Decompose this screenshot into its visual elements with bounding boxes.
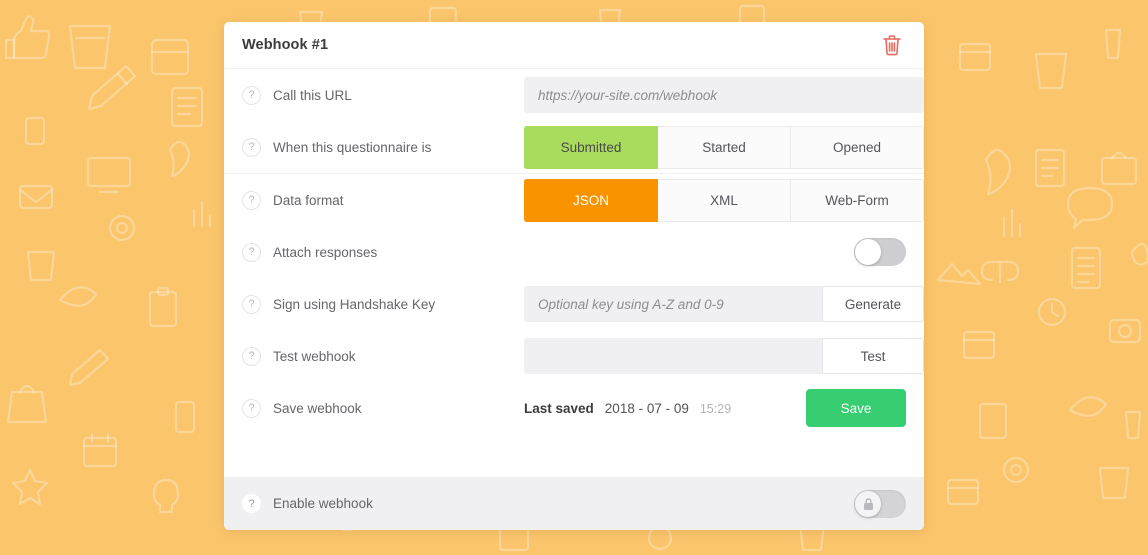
row-label-call-url: Call this URL bbox=[273, 87, 352, 103]
question-mark-icon[interactable]: ? bbox=[242, 137, 261, 157]
row-data-format: ? Data format JSON XML Web-Form bbox=[242, 174, 924, 226]
label-cell-trigger: ? When this questionnaire is bbox=[242, 137, 524, 157]
trash-icon bbox=[883, 35, 901, 56]
card-footer: ? Enable webhook bbox=[224, 477, 924, 530]
trigger-option-submitted[interactable]: Submitted bbox=[524, 125, 658, 169]
format-option-web-form[interactable]: Web-Form bbox=[791, 178, 924, 222]
row-attach-responses: ? Attach responses bbox=[242, 226, 906, 278]
row-handshake-key: ? Sign using Handshake Key Generate bbox=[242, 278, 924, 330]
last-saved-time: 15:29 bbox=[699, 401, 732, 416]
generate-key-button[interactable]: Generate bbox=[822, 286, 924, 322]
control-cell-test-webhook: Test bbox=[524, 338, 924, 374]
last-saved-date: 2018 - 07 - 09 bbox=[604, 400, 689, 416]
label-cell-save-webhook: ? Save webhook bbox=[242, 398, 524, 418]
delete-webhook-button[interactable] bbox=[878, 31, 906, 59]
toggle-knob bbox=[855, 239, 881, 265]
row-label-enable-webhook: Enable webhook bbox=[273, 496, 373, 511]
toggle-knob bbox=[855, 490, 881, 517]
handshake-key-group: Generate bbox=[524, 286, 924, 322]
row-label-data-format: Data format bbox=[273, 192, 344, 208]
test-webhook-group: Test bbox=[524, 338, 924, 374]
lock-icon bbox=[863, 497, 873, 510]
label-cell-attach-responses: ? Attach responses bbox=[242, 242, 524, 262]
row-call-url: ? Call this URL bbox=[242, 69, 924, 121]
question-mark-icon[interactable]: ? bbox=[242, 398, 261, 418]
row-label-handshake-key: Sign using Handshake Key bbox=[273, 296, 436, 312]
control-cell-data-format: JSON XML Web-Form bbox=[524, 178, 924, 222]
question-mark-icon[interactable]: ? bbox=[242, 494, 261, 513]
trigger-segmented-control: Submitted Started Opened bbox=[524, 125, 924, 169]
question-mark-icon[interactable]: ? bbox=[242, 85, 261, 105]
format-option-json[interactable]: JSON bbox=[524, 178, 658, 222]
row-label-attach-responses: Attach responses bbox=[273, 244, 378, 260]
enable-webhook-toggle[interactable] bbox=[854, 489, 906, 518]
control-cell-call-url bbox=[524, 77, 924, 113]
row-label-test-webhook: Test webhook bbox=[273, 348, 356, 364]
test-webhook-button[interactable]: Test bbox=[822, 338, 924, 374]
webhook-card: Webhook #1 ? Call this URL https://your-… bbox=[224, 22, 924, 530]
trigger-option-started[interactable]: Started bbox=[658, 125, 791, 169]
question-mark-icon[interactable]: ? bbox=[242, 294, 261, 314]
format-option-xml[interactable]: XML bbox=[658, 178, 791, 222]
label-cell-call-url: ? Call this URL bbox=[242, 85, 524, 105]
question-mark-icon[interactable]: ? bbox=[242, 190, 261, 210]
control-cell-handshake-key: Generate bbox=[524, 286, 924, 322]
label-cell-handshake-key: ? Sign using Handshake Key bbox=[242, 294, 524, 314]
row-label-trigger: When this questionnaire is bbox=[273, 139, 432, 155]
page-title: Webhook #1 bbox=[242, 37, 329, 53]
label-cell-data-format: ? Data format bbox=[242, 190, 524, 210]
last-saved-info: Last saved 2018 - 07 - 09 15:29 bbox=[524, 401, 806, 416]
last-saved-label: Last saved bbox=[524, 400, 594, 416]
row-save-webhook: ? Save webhook Last saved 2018 - 07 - 09… bbox=[242, 382, 906, 434]
webhook-url-input[interactable] bbox=[524, 77, 924, 113]
card-body: ? Call this URL ? When this questionnair… bbox=[224, 69, 924, 434]
question-mark-icon[interactable]: ? bbox=[242, 346, 261, 366]
control-cell-save-webhook: Last saved 2018 - 07 - 09 15:29 Save bbox=[524, 389, 906, 427]
card-header: Webhook #1 bbox=[224, 22, 924, 69]
row-trigger: ? When this questionnaire is Submitted S… bbox=[242, 121, 924, 173]
row-label-save-webhook: Save webhook bbox=[273, 400, 362, 416]
attach-responses-toggle[interactable] bbox=[854, 238, 906, 266]
label-cell-test-webhook: ? Test webhook bbox=[242, 346, 524, 366]
control-cell-trigger: Submitted Started Opened bbox=[524, 125, 924, 169]
save-button[interactable]: Save bbox=[806, 389, 906, 427]
question-mark-icon[interactable]: ? bbox=[242, 242, 261, 262]
trigger-option-opened[interactable]: Opened bbox=[791, 125, 924, 169]
row-test-webhook: ? Test webhook Test bbox=[242, 330, 924, 382]
data-format-segmented-control: JSON XML Web-Form bbox=[524, 178, 924, 222]
handshake-key-input[interactable] bbox=[524, 286, 822, 322]
test-webhook-input[interactable] bbox=[524, 338, 822, 374]
